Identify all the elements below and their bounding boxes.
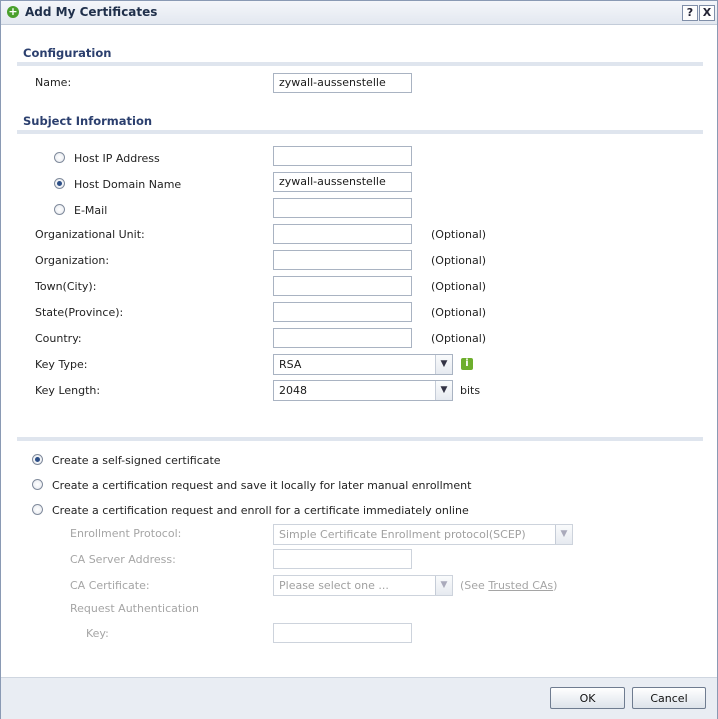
request-online-radio[interactable] (32, 504, 43, 515)
info-icon[interactable]: i (461, 358, 473, 370)
town-input[interactable] (273, 276, 412, 296)
request-online-label: Create a certification request and enrol… (52, 504, 469, 517)
see-trusted-cas: (See Trusted CAs) (460, 579, 557, 592)
configuration-divider (17, 62, 703, 66)
key-length-value: 2048 (279, 384, 307, 397)
enrollment-protocol-select[interactable]: Simple Certificate Enrollment protocol(S… (273, 524, 573, 545)
name-input[interactable]: zywall-aussenstelle (273, 73, 412, 93)
org-unit-optional: (Optional) (431, 228, 487, 241)
ca-certificate-label: CA Certificate: (70, 579, 150, 592)
bits-label: bits (460, 384, 481, 397)
organization-optional: (Optional) (431, 254, 487, 267)
cancel-button[interactable]: Cancel (632, 687, 706, 709)
dialog-title: Add My Certificates (25, 5, 158, 19)
organization-label: Organization: (35, 254, 110, 267)
name-label: Name: (35, 76, 72, 89)
ca-certificate-placeholder: Please select one ... (279, 579, 389, 592)
email-input[interactable] (273, 198, 412, 218)
self-signed-radio[interactable] (32, 454, 43, 465)
host-domain-input[interactable]: zywall-aussenstelle (273, 172, 412, 192)
trusted-cas-link[interactable]: Trusted CAs (488, 579, 553, 592)
help-button[interactable]: ? (682, 5, 698, 21)
add-certificate-dialog: + Add My Certificates ? X Configuration … (0, 0, 718, 719)
org-unit-input[interactable] (273, 224, 412, 244)
enrollment-protocol-value: Simple Certificate Enrollment protocol(S… (279, 528, 526, 541)
key-type-value: RSA (279, 358, 302, 371)
key-type-select[interactable]: RSA ▼ (273, 354, 453, 375)
town-optional: (Optional) (431, 280, 487, 293)
country-optional: (Optional) (431, 332, 487, 345)
country-label: Country: (35, 332, 82, 345)
country-input[interactable] (273, 328, 412, 348)
email-label: E-Mail (74, 204, 108, 217)
town-label: Town(City): (35, 280, 97, 293)
chevron-down-icon: ▼ (555, 525, 572, 544)
host-ip-input[interactable] (273, 146, 412, 166)
subject-heading: Subject Information (23, 114, 153, 128)
host-ip-label: Host IP Address (74, 152, 160, 165)
request-local-label: Create a certification request and save … (52, 479, 472, 492)
email-radio[interactable] (54, 204, 65, 215)
state-optional: (Optional) (431, 306, 487, 319)
request-local-radio[interactable] (32, 479, 43, 490)
configuration-heading: Configuration (23, 46, 112, 60)
state-input[interactable] (273, 302, 412, 322)
key-type-label: Key Type: (35, 358, 88, 371)
host-ip-radio[interactable] (54, 152, 65, 163)
organization-input[interactable] (273, 250, 412, 270)
close-button[interactable]: X (699, 5, 715, 21)
state-label: State(Province): (35, 306, 124, 319)
ca-server-input[interactable] (273, 549, 412, 569)
key-input[interactable] (273, 623, 412, 643)
see-prefix: (See (460, 579, 489, 592)
footer: OK Cancel (1, 677, 717, 719)
key-label: Key: (86, 627, 109, 640)
self-signed-label: Create a self-signed certificate (52, 454, 221, 467)
host-domain-label: Host Domain Name (74, 178, 182, 191)
ca-server-label: CA Server Address: (70, 553, 176, 566)
chevron-down-icon: ▼ (435, 355, 452, 374)
chevron-down-icon: ▼ (435, 381, 452, 400)
ok-button[interactable]: OK (550, 687, 625, 709)
org-unit-label: Organizational Unit: (35, 228, 145, 241)
host-domain-radio[interactable] (54, 178, 65, 189)
subject-divider (17, 130, 703, 134)
see-suffix: ) (553, 579, 558, 592)
enrollment-protocol-label: Enrollment Protocol: (70, 527, 182, 540)
key-length-label: Key Length: (35, 384, 101, 397)
key-length-select[interactable]: 2048 ▼ (273, 380, 453, 401)
ca-certificate-select[interactable]: Please select one ... ▼ (273, 575, 453, 596)
title-bar: + Add My Certificates ? X (1, 1, 717, 25)
chevron-down-icon: ▼ (435, 576, 452, 595)
request-auth-label: Request Authentication (70, 602, 199, 615)
add-icon: + (7, 5, 19, 18)
options-divider (17, 437, 703, 441)
